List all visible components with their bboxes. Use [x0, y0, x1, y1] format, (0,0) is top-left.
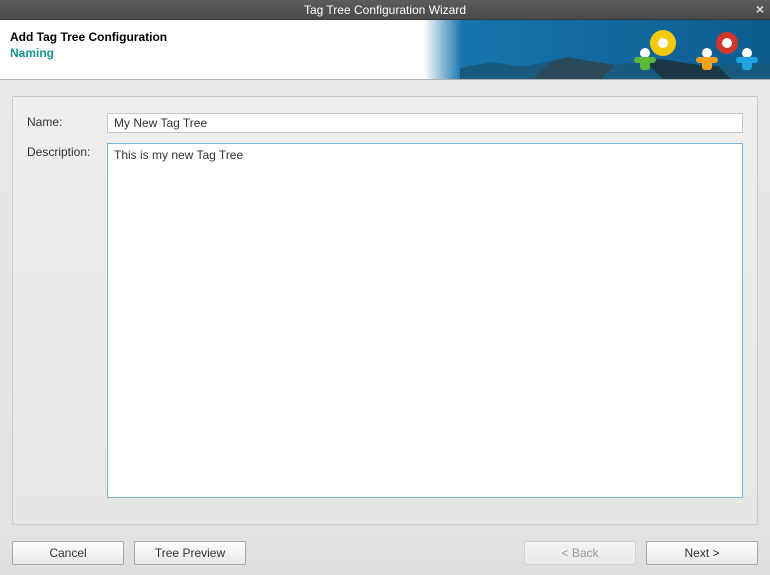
description-input[interactable] [107, 143, 743, 498]
header-banner: Add Tag Tree Configuration Naming [0, 20, 770, 80]
next-button[interactable]: Next > [646, 541, 758, 565]
spacer [256, 541, 514, 565]
footer-buttons: Cancel Tree Preview < Back Next > [0, 533, 770, 575]
banner-art [460, 20, 770, 80]
person-figure-icon [700, 48, 714, 78]
name-label: Name: [27, 113, 107, 129]
person-figure-icon [638, 48, 652, 78]
form-panel: Name: Description: [12, 96, 758, 525]
title-bar: Tag Tree Configuration Wizard × [0, 0, 770, 20]
cancel-button[interactable]: Cancel [12, 541, 124, 565]
window-title: Tag Tree Configuration Wizard [304, 3, 466, 17]
back-button: < Back [524, 541, 636, 565]
close-icon[interactable]: × [756, 2, 764, 16]
tree-preview-button[interactable]: Tree Preview [134, 541, 246, 565]
banner-heading-group: Add Tag Tree Configuration Naming [10, 30, 167, 60]
description-row: Description: [27, 143, 743, 498]
gear-icon [716, 32, 738, 54]
banner-heading: Add Tag Tree Configuration [10, 30, 167, 44]
name-row: Name: [27, 113, 743, 133]
description-label: Description: [27, 143, 107, 159]
gear-icon [650, 30, 676, 56]
name-input[interactable] [107, 113, 743, 133]
person-figure-icon [740, 48, 754, 78]
content-area: Name: Description: [0, 80, 770, 533]
banner-subheading: Naming [10, 46, 167, 60]
